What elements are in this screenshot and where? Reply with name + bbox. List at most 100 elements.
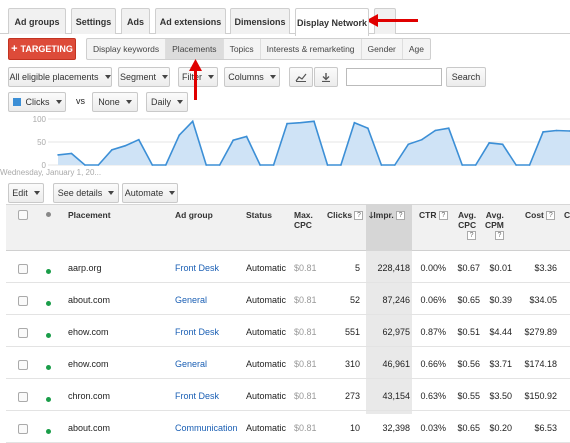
help-icon[interactable]: ? [438,211,448,221]
metric1-dropdown[interactable]: Clicks [8,92,66,112]
chart-point [70,152,73,155]
max-cpc-cell[interactable]: $0.81 [294,359,317,369]
ad-group-link[interactable]: Front Desk [175,263,219,273]
annotation-arrow-shaft [376,19,418,22]
status-cell: Automatic [246,359,287,369]
max-cpc-cell[interactable]: $0.81 [294,391,317,401]
ad-group-link[interactable]: Communication [175,423,238,433]
tab-display-network[interactable]: Display Network [295,8,369,36]
max-cpc-cell[interactable]: $0.81 [294,423,317,433]
enabled-status-dot[interactable] [46,397,51,402]
header-placement[interactable]: Placement [68,210,111,220]
row-checkbox[interactable] [18,328,28,338]
row-checkbox[interactable] [18,424,28,434]
header-avg-cpc[interactable]: Avg. CPC ? [458,210,477,241]
ad-group-link[interactable]: Front Desk [175,391,219,401]
impressions-cell: 43,154 [382,391,410,401]
header-avg-cpm[interactable]: Avg. CPM ? [485,210,504,241]
enabled-status-dot[interactable] [46,301,51,306]
row-checkbox[interactable] [18,392,28,402]
chart-point [272,164,275,166]
tab-ads[interactable]: Ads [121,8,150,34]
ad-group-link[interactable]: General [175,295,207,305]
subtab-age[interactable]: Age [403,39,430,59]
avg-cpm-cell: $4.44 [489,327,512,337]
clicks-cell: 310 [344,359,360,369]
subtab-placements[interactable]: Placements [166,39,224,59]
impressions-cell: 228,418 [377,263,410,273]
ad-group-link[interactable]: General [175,359,207,369]
header-impr[interactable]: 🡓Impr. ? [369,210,406,221]
help-icon[interactable]: ? [354,211,364,221]
header-conversions[interactable]: C [564,210,570,220]
subtab-interests-remarketing[interactable]: Interests & remarketing [261,39,362,59]
subtab-gender[interactable]: Gender [362,39,403,59]
placement-scope-dropdown[interactable]: All eligible placements [8,67,112,87]
performance-chart: 100 50 0 [33,115,570,168]
tab-ad-extensions[interactable]: Ad extensions [155,8,226,34]
chart-point [542,131,544,133]
ctr-cell: 0.63% [420,391,446,401]
targeting-button[interactable]: + TARGETING [8,38,76,60]
header-clicks[interactable]: Clicks ? [327,210,364,221]
automate-dropdown[interactable]: Automate [122,183,178,203]
max-cpc-cell[interactable]: $0.81 [294,327,317,337]
max-cpc-cell[interactable]: $0.81 [294,263,317,273]
chevron-down-icon [108,191,115,195]
header-cost[interactable]: Cost ? [525,210,556,221]
enabled-status-dot[interactable] [46,333,51,338]
chart-point [178,134,181,136]
search-input[interactable] [346,68,442,86]
metric1-label: Clicks [25,97,50,107]
enabled-status-dot[interactable] [46,429,51,434]
header-avg-cpm-line1: Avg. [485,210,504,220]
enabled-status-dot[interactable] [46,365,51,370]
help-icon[interactable]: ? [494,231,504,241]
row-checkbox[interactable] [18,264,28,274]
segment-dropdown[interactable]: Segment [118,67,170,87]
help-icon[interactable]: ? [467,231,477,241]
granularity-dropdown[interactable]: Daily [146,92,188,112]
header-ctr-label: CTR [419,210,437,220]
columns-label: Columns [228,72,264,82]
ad-group-link[interactable]: Front Desk [175,327,219,337]
avg-cpm-cell: $0.20 [489,423,512,433]
subtab-topics[interactable]: Topics [224,39,261,59]
metric2-dropdown[interactable]: None [92,92,138,112]
annotation-arrow-head-up [189,59,202,71]
chart-point [528,164,531,166]
status-cell: Automatic [246,295,287,305]
header-ctr[interactable]: CTR ? [419,210,448,221]
targeting-subtabs: Display keywords Placements Topics Inter… [86,38,432,60]
header-ad-group[interactable]: Ad group [175,210,213,220]
avg-cpm-cell: $0.39 [489,295,512,305]
tab-dimensions[interactable]: Dimensions [230,8,290,34]
search-button[interactable]: Search [446,67,486,87]
select-all-checkbox[interactable] [18,210,28,220]
chart-point [407,143,410,146]
header-status[interactable]: Status [246,210,272,220]
see-details-dropdown[interactable]: See details [53,183,119,203]
chart-point [218,164,221,166]
help-icon[interactable]: ? [546,211,556,221]
help-icon[interactable]: ? [396,211,406,221]
chart-point [313,120,315,123]
max-cpc-cell[interactable]: $0.81 [294,295,317,305]
header-max-cpc[interactable]: Max. CPC [294,210,313,230]
status-cell: Automatic [246,327,287,337]
tab-ad-groups[interactable]: Ad groups [8,8,66,34]
cost-cell: $34.05 [529,295,557,305]
status-cell: Automatic [246,263,287,273]
enabled-status-dot[interactable] [46,269,51,274]
chart-point [57,154,59,156]
row-checkbox[interactable] [18,360,28,370]
columns-dropdown[interactable]: Columns [224,67,280,87]
row-checkbox[interactable] [18,296,28,306]
tab-settings[interactable]: Settings [71,8,116,34]
see-details-label: See details [57,188,103,198]
download-button[interactable] [314,67,338,87]
edit-dropdown[interactable]: Edit [8,183,44,203]
subtab-display-keywords[interactable]: Display keywords [87,39,167,59]
chart-point [434,129,437,132]
chart-toggle-button[interactable] [289,67,313,87]
